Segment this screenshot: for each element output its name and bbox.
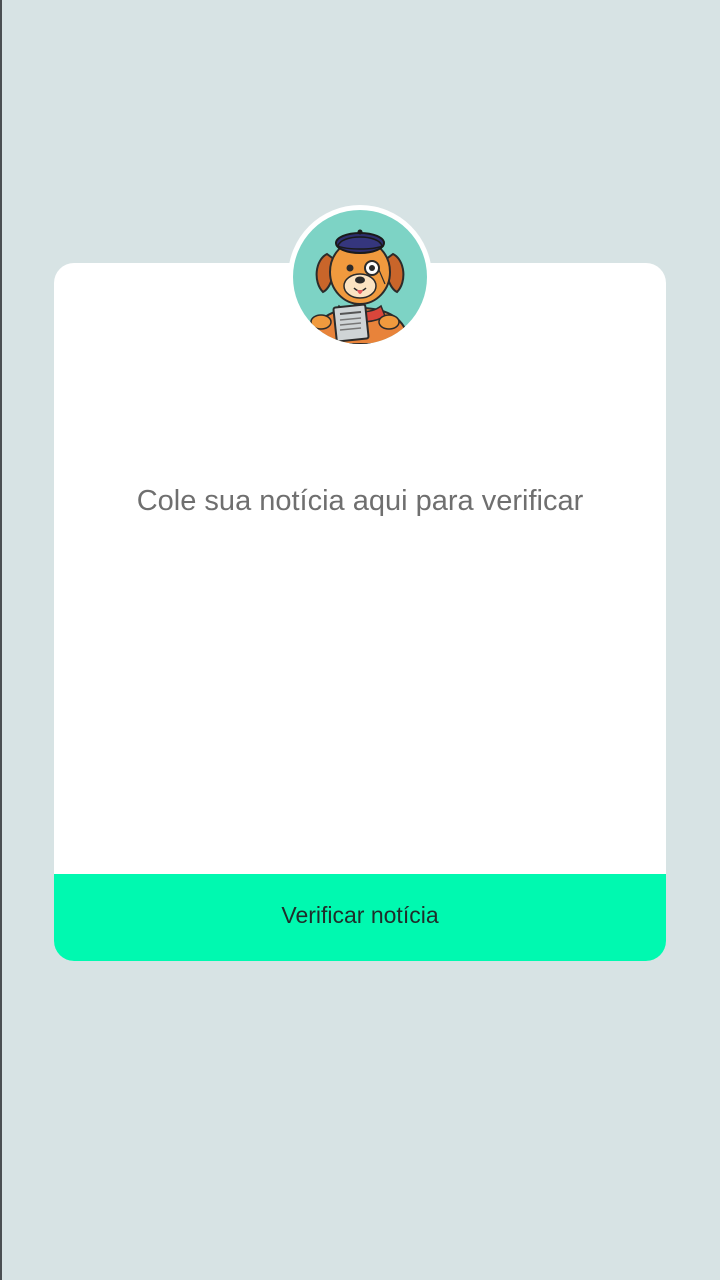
screen-edge: [0, 0, 2, 1280]
dog-detective-avatar-icon: [293, 210, 427, 344]
news-text-input[interactable]: [54, 263, 666, 874]
verify-news-button[interactable]: Verificar notícia: [54, 874, 666, 961]
news-card: Verificar notícia: [54, 263, 666, 961]
mascot-avatar: [288, 205, 432, 349]
